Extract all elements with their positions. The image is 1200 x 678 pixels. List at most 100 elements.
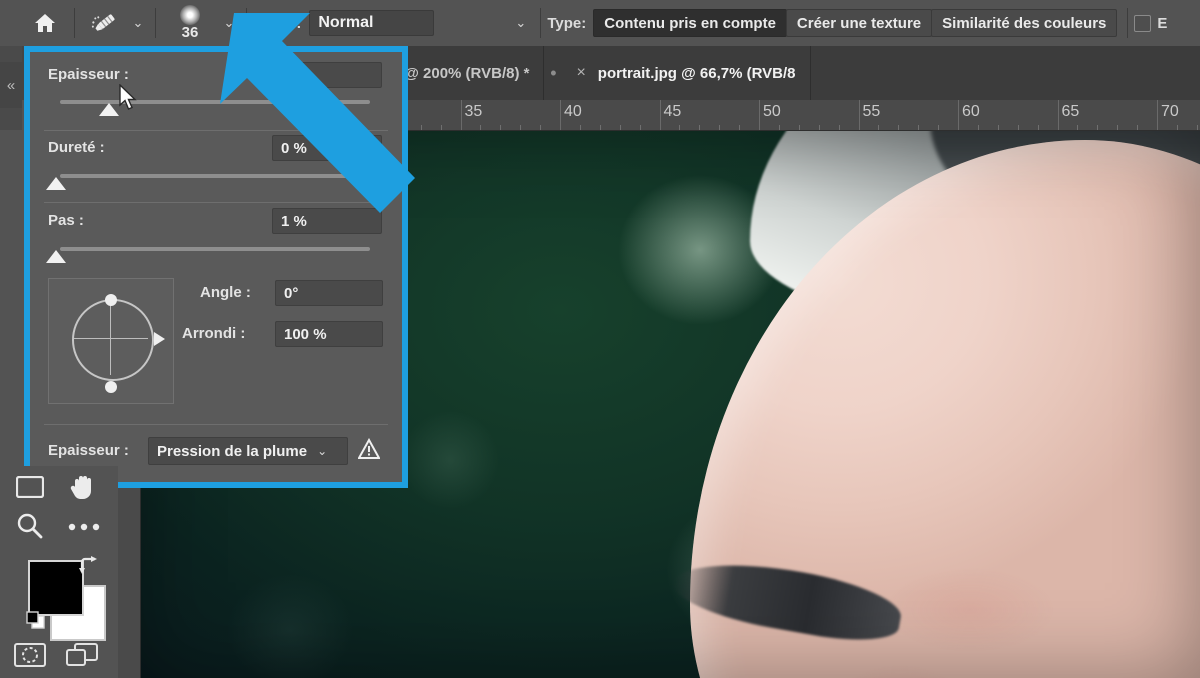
thickness-input[interactable]: px — [272, 62, 382, 88]
type-button-color-similarity[interactable]: Similarité des couleurs — [931, 9, 1118, 37]
ruler-minor-tick — [1097, 125, 1099, 130]
ruler-minor-tick — [838, 125, 840, 130]
hardness-slider-track[interactable] — [60, 174, 370, 178]
divider — [1127, 8, 1129, 38]
ruler-minor-tick — [1017, 125, 1019, 130]
hardness-value: 0 % — [281, 139, 307, 157]
ruler-minor-tick — [997, 125, 999, 130]
ruler-minor-tick — [639, 125, 641, 130]
angle-handle-marker[interactable] — [154, 332, 165, 346]
ruler-label: 70 — [1161, 103, 1179, 120]
divider — [74, 8, 75, 38]
pen-pressure-label: Epaisseur : — [48, 442, 129, 459]
collapse-panel-button[interactable]: « — [0, 62, 22, 108]
angle-circle[interactable] — [72, 299, 154, 381]
divider — [44, 202, 388, 203]
ruler-minor-tick — [739, 125, 741, 130]
ruler-minor-tick — [878, 125, 880, 130]
angle-label: Angle : — [200, 284, 251, 301]
ruler-minor-tick — [798, 125, 800, 130]
ruler-label: 45 — [663, 103, 682, 120]
ruler-minor-tick — [719, 125, 721, 130]
brush-settings-popup[interactable]: Epaisseur : px Dureté : 0 % Pas : 1 % An… — [24, 46, 408, 488]
thickness-slider-knob[interactable] — [99, 103, 119, 116]
roundness-label: Arrondi : — [182, 325, 246, 342]
ruler-tick — [1157, 100, 1158, 130]
thickness-label: Epaisseur : — [48, 66, 129, 83]
ruler-minor-tick — [1137, 125, 1139, 130]
ruler-label: 40 — [564, 103, 582, 120]
hardness-input[interactable]: 0 % — [272, 135, 382, 161]
ruler-minor-tick — [1077, 125, 1079, 130]
tab-overflow-icon: • — [550, 62, 557, 83]
ruler-minor-tick — [1176, 125, 1178, 130]
angle-crosshair-h — [74, 338, 148, 339]
ruler-minor-tick — [1037, 125, 1039, 130]
ruler-minor-tick — [420, 125, 422, 130]
ruler-tick — [858, 100, 860, 130]
warning-triangle-icon — [358, 438, 380, 459]
ruler-minor-tick — [977, 125, 979, 130]
roundness-value: 100 % — [284, 325, 327, 343]
roundness-input[interactable]: 100 % — [275, 321, 383, 347]
ruler-minor-tick — [619, 125, 621, 130]
angle-input[interactable]: 0° — [275, 280, 383, 306]
ruler-tick — [958, 100, 959, 130]
ruler-minor-tick — [500, 125, 502, 130]
spacing-input[interactable]: 1 % — [272, 208, 382, 234]
ruler-minor-tick — [520, 125, 522, 130]
ruler-tick — [659, 100, 661, 130]
foreground-color-swatch[interactable] — [28, 560, 84, 616]
spacing-label: Pas : — [48, 212, 84, 229]
tool-chevron-down-icon[interactable]: ⌄ — [127, 0, 149, 46]
default-colors-icon[interactable] — [26, 611, 46, 629]
type-button-content-aware[interactable]: Contenu pris en compte — [593, 9, 787, 37]
options-bar: ⌄ 36 ⌄ Mode : Normal ⌄ Type: Contenu pri… — [0, 0, 1200, 46]
sample-all-layers-checkbox[interactable] — [1134, 14, 1152, 32]
spot-healing-brush-icon[interactable] — [81, 0, 127, 46]
brush-chevron-down-icon[interactable]: ⌄ — [218, 0, 240, 46]
blend-mode-value: Normal — [318, 14, 374, 31]
more-tools[interactable] — [64, 514, 104, 540]
ruler-label: 50 — [763, 103, 781, 120]
home-icon[interactable] — [22, 0, 68, 46]
thickness-value: px — [281, 66, 299, 84]
rectangular-marquee-tool[interactable] — [10, 470, 50, 504]
quick-mask-toggle[interactable] — [10, 638, 50, 672]
ruler-minor-tick — [1196, 125, 1198, 130]
sample-all-layers-label: E — [1157, 14, 1168, 32]
divider — [155, 8, 156, 38]
ruler-minor-tick — [938, 125, 940, 130]
spacing-value: 1 % — [281, 212, 307, 230]
brush-preset-preview[interactable]: 36 — [162, 0, 218, 46]
ruler-label: 35 — [464, 103, 483, 120]
pen-pressure-value: Pression de la plume — [157, 442, 308, 460]
ruler-minor-tick — [818, 125, 820, 130]
roundness-handle-bottom[interactable] — [105, 381, 117, 393]
divider — [44, 130, 388, 131]
document-tab-portrait[interactable]: × portrait.jpg @ 66,7% (RVB/8 — [562, 46, 811, 100]
roundness-handle-top[interactable] — [105, 294, 117, 306]
ruler-minor-tick — [778, 125, 780, 130]
pen-pressure-select[interactable]: Pression de la plume ⌄ — [148, 437, 348, 465]
type-button-create-texture[interactable]: Créer une texture — [785, 9, 933, 37]
divider — [44, 424, 388, 425]
spacing-slider-knob[interactable] — [46, 250, 66, 263]
close-icon[interactable]: × — [576, 64, 585, 82]
ruler-minor-tick — [679, 125, 681, 130]
ruler-minor-tick — [440, 125, 442, 130]
mouse-cursor — [119, 84, 137, 110]
ruler-tick — [460, 100, 462, 130]
blend-mode-chevron-down-icon[interactable]: ⌄ — [434, 10, 534, 36]
ruler-minor-tick — [1117, 125, 1119, 130]
blend-mode-select[interactable]: Normal — [309, 10, 435, 36]
screen-mode-toggle[interactable] — [62, 638, 102, 672]
ruler-minor-tick — [480, 125, 482, 130]
hardness-slider-knob[interactable] — [46, 177, 66, 190]
zoom-tool[interactable] — [10, 508, 50, 544]
hand-tool[interactable] — [62, 468, 102, 504]
swap-colors-icon[interactable] — [78, 556, 100, 576]
spacing-slider-track[interactable] — [60, 247, 370, 251]
hardness-label: Dureté : — [48, 139, 105, 156]
chevron-down-icon[interactable]: ⌄ — [317, 444, 327, 458]
